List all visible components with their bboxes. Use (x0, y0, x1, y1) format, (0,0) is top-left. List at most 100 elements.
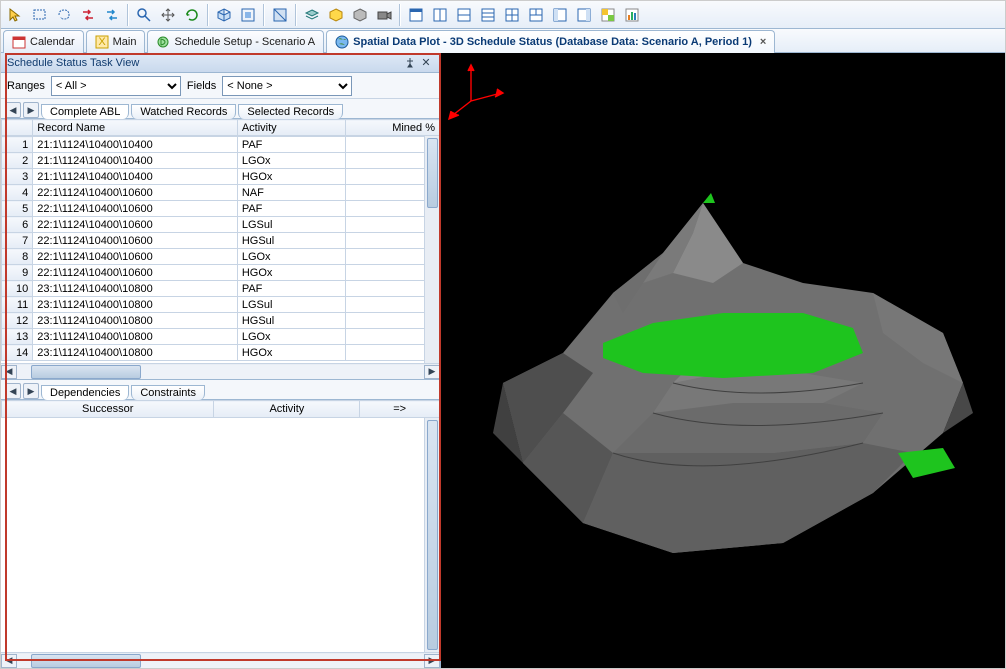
camera-icon[interactable] (373, 4, 395, 26)
column-header[interactable]: Activity (214, 401, 360, 418)
activity-cell: LGOx (237, 249, 345, 265)
pin-icon[interactable] (402, 55, 418, 71)
main-icon: X (95, 35, 109, 49)
row-number: 1 (2, 137, 33, 153)
pan-icon[interactable] (157, 4, 179, 26)
close-icon[interactable]: × (760, 36, 766, 48)
lasso-free-icon[interactable] (53, 4, 75, 26)
dep-vertical-scrollbar[interactable] (424, 418, 440, 652)
tab-scroll-left-icon[interactable]: ◀ (5, 383, 21, 399)
grid-vertical-scrollbar[interactable] (424, 136, 440, 363)
table-row[interactable]: 922:1\1124\10400\10600HGOx0. (2, 265, 440, 281)
tab-complete-abl[interactable]: Complete ABL (41, 104, 129, 119)
record-name-cell: 22:1\1124\10400\10600 (33, 201, 238, 217)
tab-spatial-data-plot-3d-schedule-[interactable]: Spatial Data Plot - 3D Schedule Status (… (326, 30, 775, 53)
column-header[interactable]: => (360, 401, 440, 418)
table-row[interactable]: 1023:1\1124\10400\10800PAF0. (2, 281, 440, 297)
table-row[interactable]: 822:1\1124\10400\10600LGOx0. (2, 249, 440, 265)
table-row[interactable]: 522:1\1124\10400\10600PAF0. (2, 201, 440, 217)
tab-schedule-setup-scenario-a[interactable]: Schedule Setup - Scenario A (147, 30, 324, 53)
table-row[interactable]: 722:1\1124\10400\10600HGSul0. (2, 233, 440, 249)
filter-row: Ranges < All > Fields < None > (1, 73, 440, 99)
tab-scroll-left-icon[interactable]: ◀ (5, 102, 21, 118)
tab-dependencies[interactable]: Dependencies (41, 385, 129, 400)
table-row[interactable]: 1223:1\1124\10400\10800HGSul0. (2, 313, 440, 329)
window-icon[interactable] (405, 4, 427, 26)
row-number: 4 (2, 185, 33, 201)
record-name-cell: 21:1\1124\10400\10400 (33, 153, 238, 169)
column-header[interactable]: Record Name (33, 120, 238, 136)
globe-icon (335, 35, 349, 49)
table-row[interactable]: 121:1\1124\10400\10400PAF0. (2, 137, 440, 153)
column-header[interactable]: Mined % (346, 120, 440, 136)
grid4-icon[interactable] (501, 4, 523, 26)
close-icon[interactable]: ✕ (418, 55, 434, 71)
column-header[interactable]: Activity (237, 120, 345, 136)
tab-label: Calendar (30, 36, 75, 48)
activity-cell: PAF (237, 281, 345, 297)
3d-viewport[interactable] (441, 53, 1005, 668)
dep-horizontal-scrollbar[interactable]: ◀▶ (1, 652, 440, 668)
cube-gray-icon[interactable] (349, 4, 371, 26)
column-header[interactable] (2, 120, 33, 136)
tab-selected-records[interactable]: Selected Records (238, 104, 343, 119)
layers-icon[interactable] (301, 4, 323, 26)
box-shade-icon[interactable] (269, 4, 291, 26)
layout-icon[interactable] (549, 4, 571, 26)
column-header[interactable]: Successor (2, 401, 214, 418)
record-name-cell: 23:1\1124\10400\10800 (33, 281, 238, 297)
layout-color-icon[interactable] (597, 4, 619, 26)
cube-icon[interactable] (213, 4, 235, 26)
toolbar-separator (399, 4, 401, 26)
cube-yellow-icon[interactable] (325, 4, 347, 26)
record-name-cell: 23:1\1124\10400\10800 (33, 345, 238, 361)
row-number: 6 (2, 217, 33, 233)
activity-cell: PAF (237, 137, 345, 153)
tab-watched-records[interactable]: Watched Records (131, 104, 236, 119)
pointer-icon[interactable] (5, 4, 27, 26)
tab-scroll-right-icon[interactable]: ▶ (23, 102, 39, 118)
record-name-cell: 22:1\1124\10400\10600 (33, 217, 238, 233)
lasso-rect-icon[interactable] (29, 4, 51, 26)
tab-constraints[interactable]: Constraints (131, 385, 205, 400)
tab-scroll-right-icon[interactable]: ▶ (23, 383, 39, 399)
terrain-mesh (493, 193, 973, 553)
schedule-status-task-view-panel: Schedule Status Task View ✕ Ranges < All… (1, 53, 441, 668)
grid-mixed-icon[interactable] (525, 4, 547, 26)
table-row[interactable]: 622:1\1124\10400\10600LGSul0. (2, 217, 440, 233)
ranges-select[interactable]: < All > (51, 76, 181, 96)
zoom-icon[interactable] (133, 4, 155, 26)
box-select-icon[interactable] (237, 4, 259, 26)
toolbar-separator (295, 4, 297, 26)
layout2-icon[interactable] (573, 4, 595, 26)
grid-v-icon[interactable] (477, 4, 499, 26)
table-row[interactable]: 321:1\1124\10400\10400HGOx0. (2, 169, 440, 185)
table-row[interactable]: 422:1\1124\10400\10600NAF0. (2, 185, 440, 201)
fields-select[interactable]: < None > (222, 76, 352, 96)
grid-horizontal-scrollbar[interactable]: ◀▶ (1, 363, 440, 379)
activity-cell: HGSul (237, 233, 345, 249)
activity-cell: LGSul (237, 297, 345, 313)
chart-icon[interactable] (621, 4, 643, 26)
row-number: 5 (2, 201, 33, 217)
svg-text:X: X (98, 36, 106, 48)
record-name-cell: 23:1\1124\10400\10800 (33, 329, 238, 345)
table-row[interactable]: 1323:1\1124\10400\10800LGOx0. (2, 329, 440, 345)
row-number: 11 (2, 297, 33, 313)
toolbar-separator (207, 4, 209, 26)
row-number: 2 (2, 153, 33, 169)
swap-back-icon[interactable] (101, 4, 123, 26)
tab-label: Schedule Setup - Scenario A (174, 36, 315, 48)
row-number: 13 (2, 329, 33, 345)
record-name-cell: 23:1\1124\10400\10800 (33, 297, 238, 313)
tab-calendar[interactable]: Calendar (3, 30, 84, 53)
grid-h-icon[interactable] (453, 4, 475, 26)
rotate-icon[interactable] (181, 4, 203, 26)
grid2-icon[interactable] (429, 4, 451, 26)
table-row[interactable]: 221:1\1124\10400\10400LGOx0. (2, 153, 440, 169)
table-row[interactable]: 1423:1\1124\10400\10800HGOx0. (2, 345, 440, 361)
swap-icon[interactable] (77, 4, 99, 26)
table-row[interactable]: 1123:1\1124\10400\10800LGSul0. (2, 297, 440, 313)
row-number: 8 (2, 249, 33, 265)
tab-main[interactable]: XMain (86, 30, 146, 53)
